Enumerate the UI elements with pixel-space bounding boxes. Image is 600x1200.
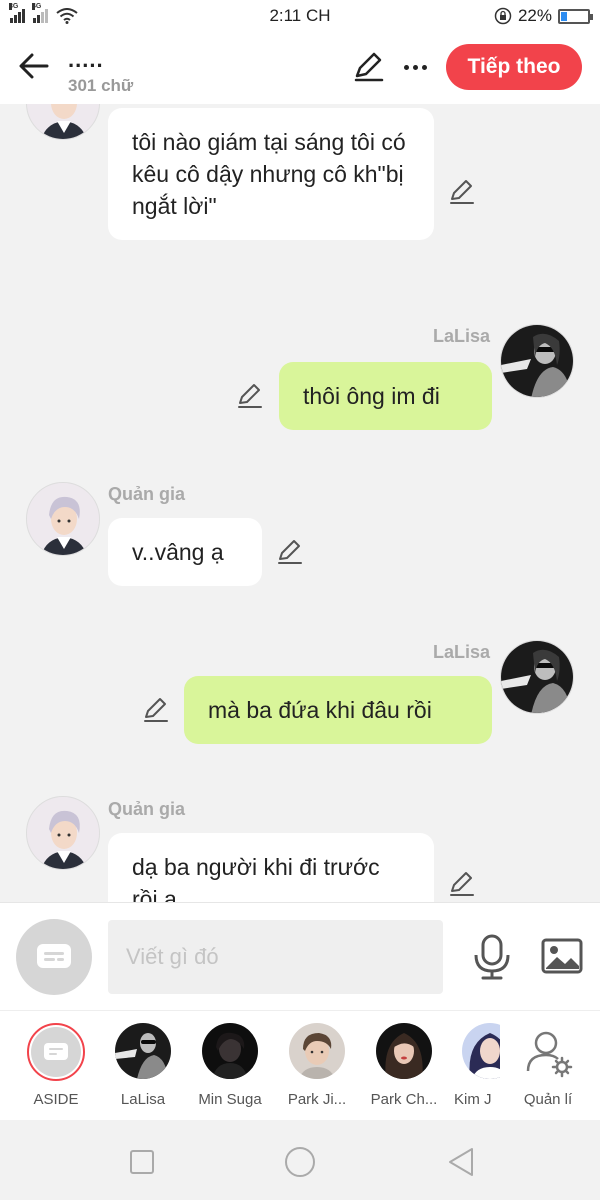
aside-toggle-button[interactable] — [16, 919, 92, 995]
app-header: ..... 301 chữ Tiếp theo — [0, 32, 600, 104]
message-bubble[interactable]: thôi ông im đi — [279, 362, 492, 430]
message-bubble[interactable]: tôi nào giám tại sáng tôi có kêu cô dậy … — [108, 108, 434, 240]
character-bar: ASIDE LaLisa Min Suga Park Ji... Park Ch… — [0, 1010, 600, 1120]
avatar — [202, 1023, 258, 1079]
story-title[interactable]: ..... — [68, 49, 104, 71]
message-input[interactable] — [108, 920, 443, 994]
sender-name: LaLisa — [432, 642, 490, 662]
chat-bubble-icon — [44, 1043, 68, 1060]
back-button[interactable] — [16, 48, 52, 84]
avatar-lalisa[interactable] — [500, 324, 574, 398]
character-park-ch[interactable]: Park Ch... — [364, 1023, 444, 1108]
system-nav-bar — [0, 1120, 600, 1200]
character-min-suga[interactable]: Min Suga — [190, 1023, 270, 1108]
character-name: Park Ch... — [370, 1091, 438, 1108]
rotation-lock-icon — [494, 7, 512, 25]
microphone-icon[interactable] — [470, 933, 514, 981]
arrow-left-icon — [19, 53, 49, 79]
sender-name: LaLisa — [432, 326, 490, 346]
character-name: Min Suga — [198, 1091, 262, 1108]
signal-icon: 3G — [9, 3, 25, 23]
avatar — [462, 1023, 500, 1079]
status-bar: 3G 4G 2:11 CH 22% — [0, 0, 600, 32]
pencil-icon[interactable] — [448, 178, 476, 206]
more-options-button[interactable] — [398, 50, 432, 84]
character-kim-j[interactable]: Kim J — [444, 1023, 500, 1108]
character-name: Park Ji... — [287, 1091, 347, 1108]
signal-group: 3G 4G — [9, 3, 210, 24]
battery-percent: 22% — [517, 6, 552, 25]
character-aside[interactable]: ASIDE — [16, 1023, 96, 1108]
pencil-icon[interactable] — [448, 870, 476, 898]
character-name: LaLisa — [120, 1091, 166, 1108]
character-name: Quản lí — [523, 1091, 573, 1108]
next-button[interactable]: Tiếp theo — [446, 44, 582, 90]
pencil-icon[interactable] — [236, 382, 264, 410]
message-bubble[interactable]: dạ ba người khi đi trước rồi ạ — [108, 833, 434, 902]
character-park-ji[interactable]: Park Ji... — [277, 1023, 357, 1108]
battery-icon — [558, 8, 593, 24]
character-lalisa[interactable]: LaLisa — [103, 1023, 183, 1108]
home-button[interactable] — [282, 1144, 318, 1180]
signal-icon-2: 4G — [32, 3, 48, 23]
chat-area[interactable]: tôi nào giám tại sáng tôi có kêu cô dậy … — [0, 104, 600, 902]
character-name: Kim J — [454, 1091, 492, 1108]
message-bubble[interactable]: v..vâng ạ — [108, 518, 262, 586]
wifi-icon — [56, 8, 78, 24]
avatar-quan-gia[interactable] — [26, 104, 100, 140]
word-count: 301 chữ — [68, 76, 134, 95]
aside-avatar — [27, 1023, 85, 1081]
edit-title-button[interactable] — [352, 50, 386, 84]
character-name: ASIDE — [33, 1091, 79, 1108]
avatar — [115, 1023, 171, 1079]
pencil-icon[interactable] — [276, 538, 304, 566]
more-dots-icon — [403, 64, 409, 70]
recent-apps-button[interactable] — [124, 1144, 160, 1180]
user-gear-icon — [526, 1031, 573, 1078]
avatar-quan-gia[interactable] — [26, 482, 100, 556]
manage-characters-button[interactable]: Quản lí — [508, 1023, 588, 1108]
chat-bubble-icon — [37, 944, 71, 968]
avatar — [289, 1023, 345, 1079]
battery-group: 22% — [390, 6, 593, 26]
message-composer — [0, 902, 600, 1010]
sender-name: Quản gia — [108, 799, 186, 819]
clock: 2:11 CH — [269, 6, 331, 25]
avatar-lalisa[interactable] — [500, 640, 574, 714]
pencil-icon[interactable] — [142, 696, 170, 724]
message-bubble[interactable]: mà ba đứa khi đâu rồi — [184, 676, 492, 744]
avatar — [376, 1023, 432, 1079]
back-nav-button[interactable] — [444, 1144, 480, 1180]
avatar-quan-gia[interactable] — [26, 796, 100, 870]
sender-name: Quản gia — [108, 484, 186, 504]
image-icon[interactable] — [540, 935, 584, 979]
